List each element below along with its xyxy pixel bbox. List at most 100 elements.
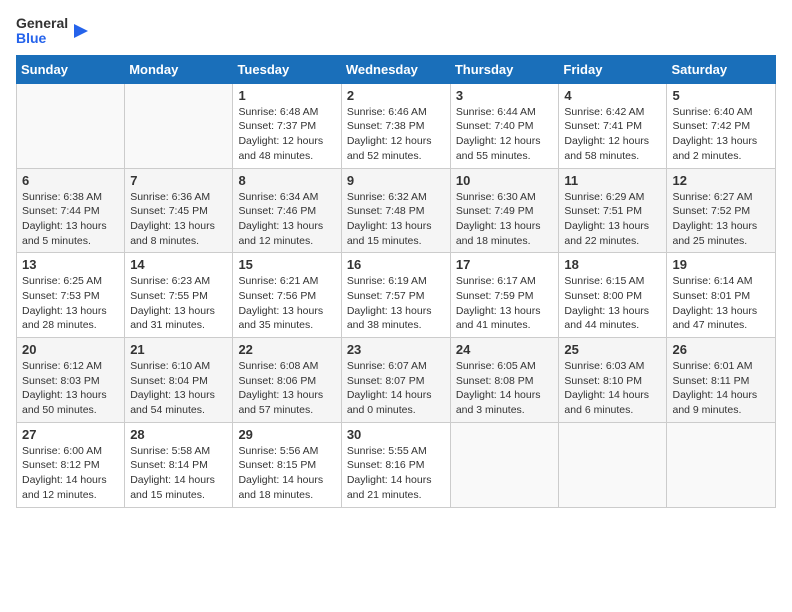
logo-arrow-icon <box>70 20 92 42</box>
day-number: 11 <box>564 173 661 188</box>
day-number: 23 <box>347 342 445 357</box>
week-row-4: 20 Sunrise: 6:12 AM Sunset: 8:03 PM Dayli… <box>17 338 776 423</box>
day-detail: Sunrise: 6:44 AM Sunset: 7:40 PM Dayligh… <box>456 105 554 164</box>
day-detail: Sunrise: 6:34 AM Sunset: 7:46 PM Dayligh… <box>238 190 335 249</box>
calendar: SundayMondayTuesdayWednesdayThursdayFrid… <box>16 55 776 508</box>
day-cell <box>17 83 125 168</box>
day-detail: Sunrise: 6:30 AM Sunset: 7:49 PM Dayligh… <box>456 190 554 249</box>
day-number: 16 <box>347 257 445 272</box>
day-detail: Sunrise: 6:42 AM Sunset: 7:41 PM Dayligh… <box>564 105 661 164</box>
day-number: 8 <box>238 173 335 188</box>
day-detail: Sunrise: 6:23 AM Sunset: 7:55 PM Dayligh… <box>130 274 227 333</box>
day-number: 24 <box>456 342 554 357</box>
day-header-thursday: Thursday <box>450 55 559 83</box>
day-cell: 10 Sunrise: 6:30 AM Sunset: 7:49 PM Dayli… <box>450 168 559 253</box>
week-row-1: 1 Sunrise: 6:48 AM Sunset: 7:37 PM Daylig… <box>17 83 776 168</box>
day-detail: Sunrise: 6:12 AM Sunset: 8:03 PM Dayligh… <box>22 359 119 418</box>
day-number: 9 <box>347 173 445 188</box>
logo: General Blue <box>16 16 92 47</box>
day-detail: Sunrise: 6:03 AM Sunset: 8:10 PM Dayligh… <box>564 359 661 418</box>
day-cell: 7Sunrise: 6:36 AM Sunset: 7:45 PM Daylig… <box>125 168 233 253</box>
logo-general-text: General <box>16 16 68 31</box>
day-detail: Sunrise: 6:14 AM Sunset: 8:01 PM Dayligh… <box>672 274 770 333</box>
day-detail: Sunrise: 6:19 AM Sunset: 7:57 PM Dayligh… <box>347 274 445 333</box>
day-cell: 6 Sunrise: 6:38 AM Sunset: 7:44 PM Daylig… <box>17 168 125 253</box>
day-detail: Sunrise: 6:08 AM Sunset: 8:06 PM Dayligh… <box>238 359 335 418</box>
day-cell <box>450 422 559 507</box>
day-detail: Sunrise: 6:17 AM Sunset: 7:59 PM Dayligh… <box>456 274 554 333</box>
day-cell: 1 Sunrise: 6:48 AM Sunset: 7:37 PM Daylig… <box>233 83 341 168</box>
day-cell: 19 Sunrise: 6:14 AM Sunset: 8:01 PM Dayli… <box>667 253 776 338</box>
day-cell: 18 Sunrise: 6:15 AM Sunset: 8:00 PM Dayli… <box>559 253 667 338</box>
day-detail: Sunrise: 6:46 AM Sunset: 7:38 PM Dayligh… <box>347 105 445 164</box>
day-header-sunday: Sunday <box>17 55 125 83</box>
day-detail: Sunrise: 6:36 AM Sunset: 7:45 PM Dayligh… <box>130 190 227 249</box>
day-cell: 11Sunrise: 6:29 AM Sunset: 7:51 PM Dayli… <box>559 168 667 253</box>
day-number: 26 <box>672 342 770 357</box>
day-detail: Sunrise: 5:55 AM Sunset: 8:16 PM Dayligh… <box>347 444 445 503</box>
day-number: 19 <box>672 257 770 272</box>
day-number: 10 <box>456 173 554 188</box>
logo-blue-text: Blue <box>16 31 68 46</box>
day-cell: 28 Sunrise: 5:58 AM Sunset: 8:14 PM Dayli… <box>125 422 233 507</box>
day-number: 25 <box>564 342 661 357</box>
day-cell: 25 Sunrise: 6:03 AM Sunset: 8:10 PM Dayli… <box>559 338 667 423</box>
day-number: 2 <box>347 88 445 103</box>
day-detail: Sunrise: 6:15 AM Sunset: 8:00 PM Dayligh… <box>564 274 661 333</box>
day-cell: 13 Sunrise: 6:25 AM Sunset: 7:53 PM Dayli… <box>17 253 125 338</box>
day-cell: 4 Sunrise: 6:42 AM Sunset: 7:41 PM Daylig… <box>559 83 667 168</box>
day-cell: 30 Sunrise: 5:55 AM Sunset: 8:16 PM Dayli… <box>341 422 450 507</box>
day-detail: Sunrise: 6:10 AM Sunset: 8:04 PM Dayligh… <box>130 359 227 418</box>
day-number: 18 <box>564 257 661 272</box>
day-header-friday: Friday <box>559 55 667 83</box>
day-cell <box>125 83 233 168</box>
day-detail: Sunrise: 6:00 AM Sunset: 8:12 PM Dayligh… <box>22 444 119 503</box>
day-detail: Sunrise: 6:05 AM Sunset: 8:08 PM Dayligh… <box>456 359 554 418</box>
day-number: 22 <box>238 342 335 357</box>
day-number: 13 <box>22 257 119 272</box>
day-number: 28 <box>130 427 227 442</box>
header: General Blue <box>16 16 776 47</box>
day-number: 5 <box>672 88 770 103</box>
day-cell: 17 Sunrise: 6:17 AM Sunset: 7:59 PM Dayli… <box>450 253 559 338</box>
day-number: 17 <box>456 257 554 272</box>
day-number: 30 <box>347 427 445 442</box>
day-cell: 26 Sunrise: 6:01 AM Sunset: 8:11 PM Dayli… <box>667 338 776 423</box>
day-cell: 21 Sunrise: 6:10 AM Sunset: 8:04 PM Dayli… <box>125 338 233 423</box>
day-number: 20 <box>22 342 119 357</box>
day-number: 1 <box>238 88 335 103</box>
day-cell: 8 Sunrise: 6:34 AM Sunset: 7:46 PM Daylig… <box>233 168 341 253</box>
day-cell: 3 Sunrise: 6:44 AM Sunset: 7:40 PM Daylig… <box>450 83 559 168</box>
week-row-5: 27 Sunrise: 6:00 AM Sunset: 8:12 PM Dayli… <box>17 422 776 507</box>
day-cell <box>667 422 776 507</box>
day-cell: 2 Sunrise: 6:46 AM Sunset: 7:38 PM Daylig… <box>341 83 450 168</box>
day-header-tuesday: Tuesday <box>233 55 341 83</box>
day-number: 6 <box>22 173 119 188</box>
day-cell <box>559 422 667 507</box>
day-number: 4 <box>564 88 661 103</box>
day-number: 3 <box>456 88 554 103</box>
week-row-2: 6 Sunrise: 6:38 AM Sunset: 7:44 PM Daylig… <box>17 168 776 253</box>
day-detail: Sunrise: 6:40 AM Sunset: 7:42 PM Dayligh… <box>672 105 770 164</box>
day-detail: Sunrise: 6:32 AM Sunset: 7:48 PM Dayligh… <box>347 190 445 249</box>
day-detail: Sunrise: 6:48 AM Sunset: 7:37 PM Dayligh… <box>238 105 335 164</box>
day-header-monday: Monday <box>125 55 233 83</box>
day-cell: 15Sunrise: 6:21 AM Sunset: 7:56 PM Dayli… <box>233 253 341 338</box>
day-cell: 9 Sunrise: 6:32 AM Sunset: 7:48 PM Daylig… <box>341 168 450 253</box>
day-header-wednesday: Wednesday <box>341 55 450 83</box>
day-detail: Sunrise: 6:38 AM Sunset: 7:44 PM Dayligh… <box>22 190 119 249</box>
day-cell: 24 Sunrise: 6:05 AM Sunset: 8:08 PM Dayli… <box>450 338 559 423</box>
day-cell: 5 Sunrise: 6:40 AM Sunset: 7:42 PM Daylig… <box>667 83 776 168</box>
day-detail: Sunrise: 5:58 AM Sunset: 8:14 PM Dayligh… <box>130 444 227 503</box>
day-cell: 27 Sunrise: 6:00 AM Sunset: 8:12 PM Dayli… <box>17 422 125 507</box>
day-number: 29 <box>238 427 335 442</box>
day-number: 12 <box>672 173 770 188</box>
day-detail: Sunrise: 6:01 AM Sunset: 8:11 PM Dayligh… <box>672 359 770 418</box>
day-detail: Sunrise: 5:56 AM Sunset: 8:15 PM Dayligh… <box>238 444 335 503</box>
day-cell: 14Sunrise: 6:23 AM Sunset: 7:55 PM Dayli… <box>125 253 233 338</box>
day-cell: 12Sunrise: 6:27 AM Sunset: 7:52 PM Dayli… <box>667 168 776 253</box>
day-number: 27 <box>22 427 119 442</box>
day-detail: Sunrise: 6:25 AM Sunset: 7:53 PM Dayligh… <box>22 274 119 333</box>
day-number: 21 <box>130 342 227 357</box>
day-header-saturday: Saturday <box>667 55 776 83</box>
